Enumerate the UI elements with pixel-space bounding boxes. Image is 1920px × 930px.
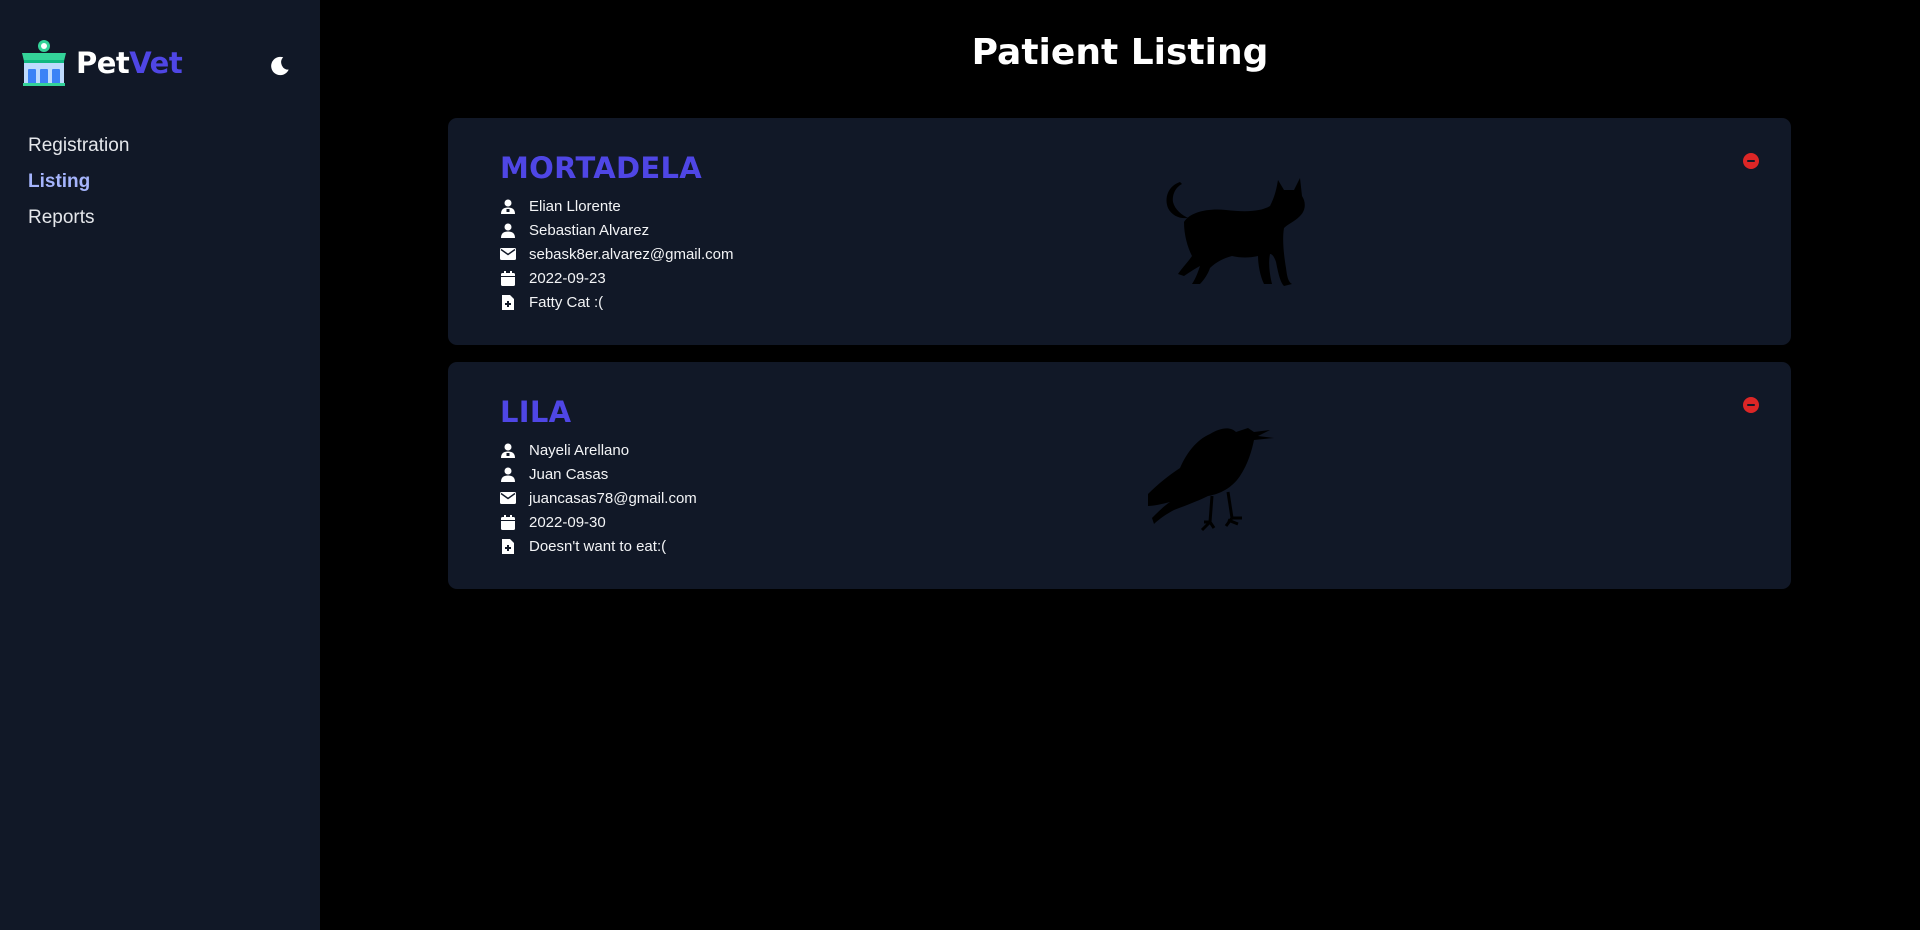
sidebar-item-registration[interactable]: Registration — [28, 128, 129, 164]
brand-name-pet: Pet — [76, 46, 130, 80]
owner-email: sebask8er.alvarez@gmail.com — [529, 245, 734, 263]
envelope-icon — [500, 246, 516, 262]
vet-name: Elian Llorente — [529, 197, 621, 215]
doctor-icon — [500, 442, 516, 458]
owner-name: Sebastian Alvarez — [529, 221, 650, 239]
calendar-icon — [500, 514, 516, 530]
date-row: 2022-09-30 — [500, 510, 697, 534]
brand-name: PetVet — [76, 46, 183, 80]
theme-toggle-button[interactable] — [268, 54, 292, 78]
symptoms-row: Doesn't want to eat:( — [500, 534, 697, 558]
medical-file-icon — [500, 538, 516, 554]
owner-row: Sebastian Alvarez — [500, 218, 733, 242]
bird-icon — [1148, 428, 1274, 532]
remove-patient-button[interactable] — [1743, 153, 1759, 169]
user-icon — [500, 466, 516, 482]
brand-name-vet: Vet — [129, 46, 183, 80]
vet-row: Elian Llorente — [500, 194, 733, 218]
sidebar-nav: Registration Listing Reports — [28, 128, 129, 236]
calendar-icon — [500, 270, 516, 286]
symptoms: Fatty Cat :( — [529, 293, 604, 311]
symptoms: Doesn't want to eat:( — [529, 537, 667, 555]
owner-name: Juan Casas — [529, 465, 609, 483]
pet-name: MORTADELA — [500, 151, 703, 185]
medical-file-icon — [500, 294, 516, 310]
sidebar: PetVet Registration Listing Reports — [0, 0, 320, 930]
patient-details: Elian Llorente Sebastian Alvarez sebask8… — [500, 194, 733, 314]
discharge-date: 2022-09-30 — [529, 513, 606, 531]
remove-patient-button[interactable] — [1743, 397, 1759, 413]
envelope-icon — [500, 490, 516, 506]
patient-details: Nayeli Arellano Juan Casas juancasas78@g… — [500, 438, 697, 558]
patient-card: MORTADELA Elian Llorente Sebastian Alvar… — [448, 118, 1791, 345]
page-title: Patient Listing — [971, 32, 1269, 73]
vet-row: Nayeli Arellano — [500, 438, 697, 462]
clinic-logo-icon — [22, 40, 66, 86]
sidebar-item-listing[interactable]: Listing — [28, 164, 129, 200]
owner-email: juancasas78@gmail.com — [529, 489, 697, 507]
symptoms-row: Fatty Cat :( — [500, 290, 733, 314]
user-icon — [500, 222, 516, 238]
vet-name: Nayeli Arellano — [529, 441, 630, 459]
email-row: juancasas78@gmail.com — [500, 486, 697, 510]
email-row: sebask8er.alvarez@gmail.com — [500, 242, 733, 266]
date-row: 2022-09-23 — [500, 266, 733, 290]
cat-icon — [1166, 178, 1305, 286]
discharge-date: 2022-09-23 — [529, 269, 606, 287]
brand[interactable]: PetVet — [20, 38, 183, 88]
owner-row: Juan Casas — [500, 462, 697, 486]
sidebar-item-reports[interactable]: Reports — [28, 200, 129, 236]
doctor-icon — [500, 198, 516, 214]
moon-icon — [271, 56, 289, 76]
patient-card: LILA Nayeli Arellano Juan Casas juancasa… — [448, 362, 1791, 589]
pet-name: LILA — [500, 395, 572, 429]
main-content: Patient Listing MORTADELA Elian Llorente… — [320, 0, 1920, 930]
